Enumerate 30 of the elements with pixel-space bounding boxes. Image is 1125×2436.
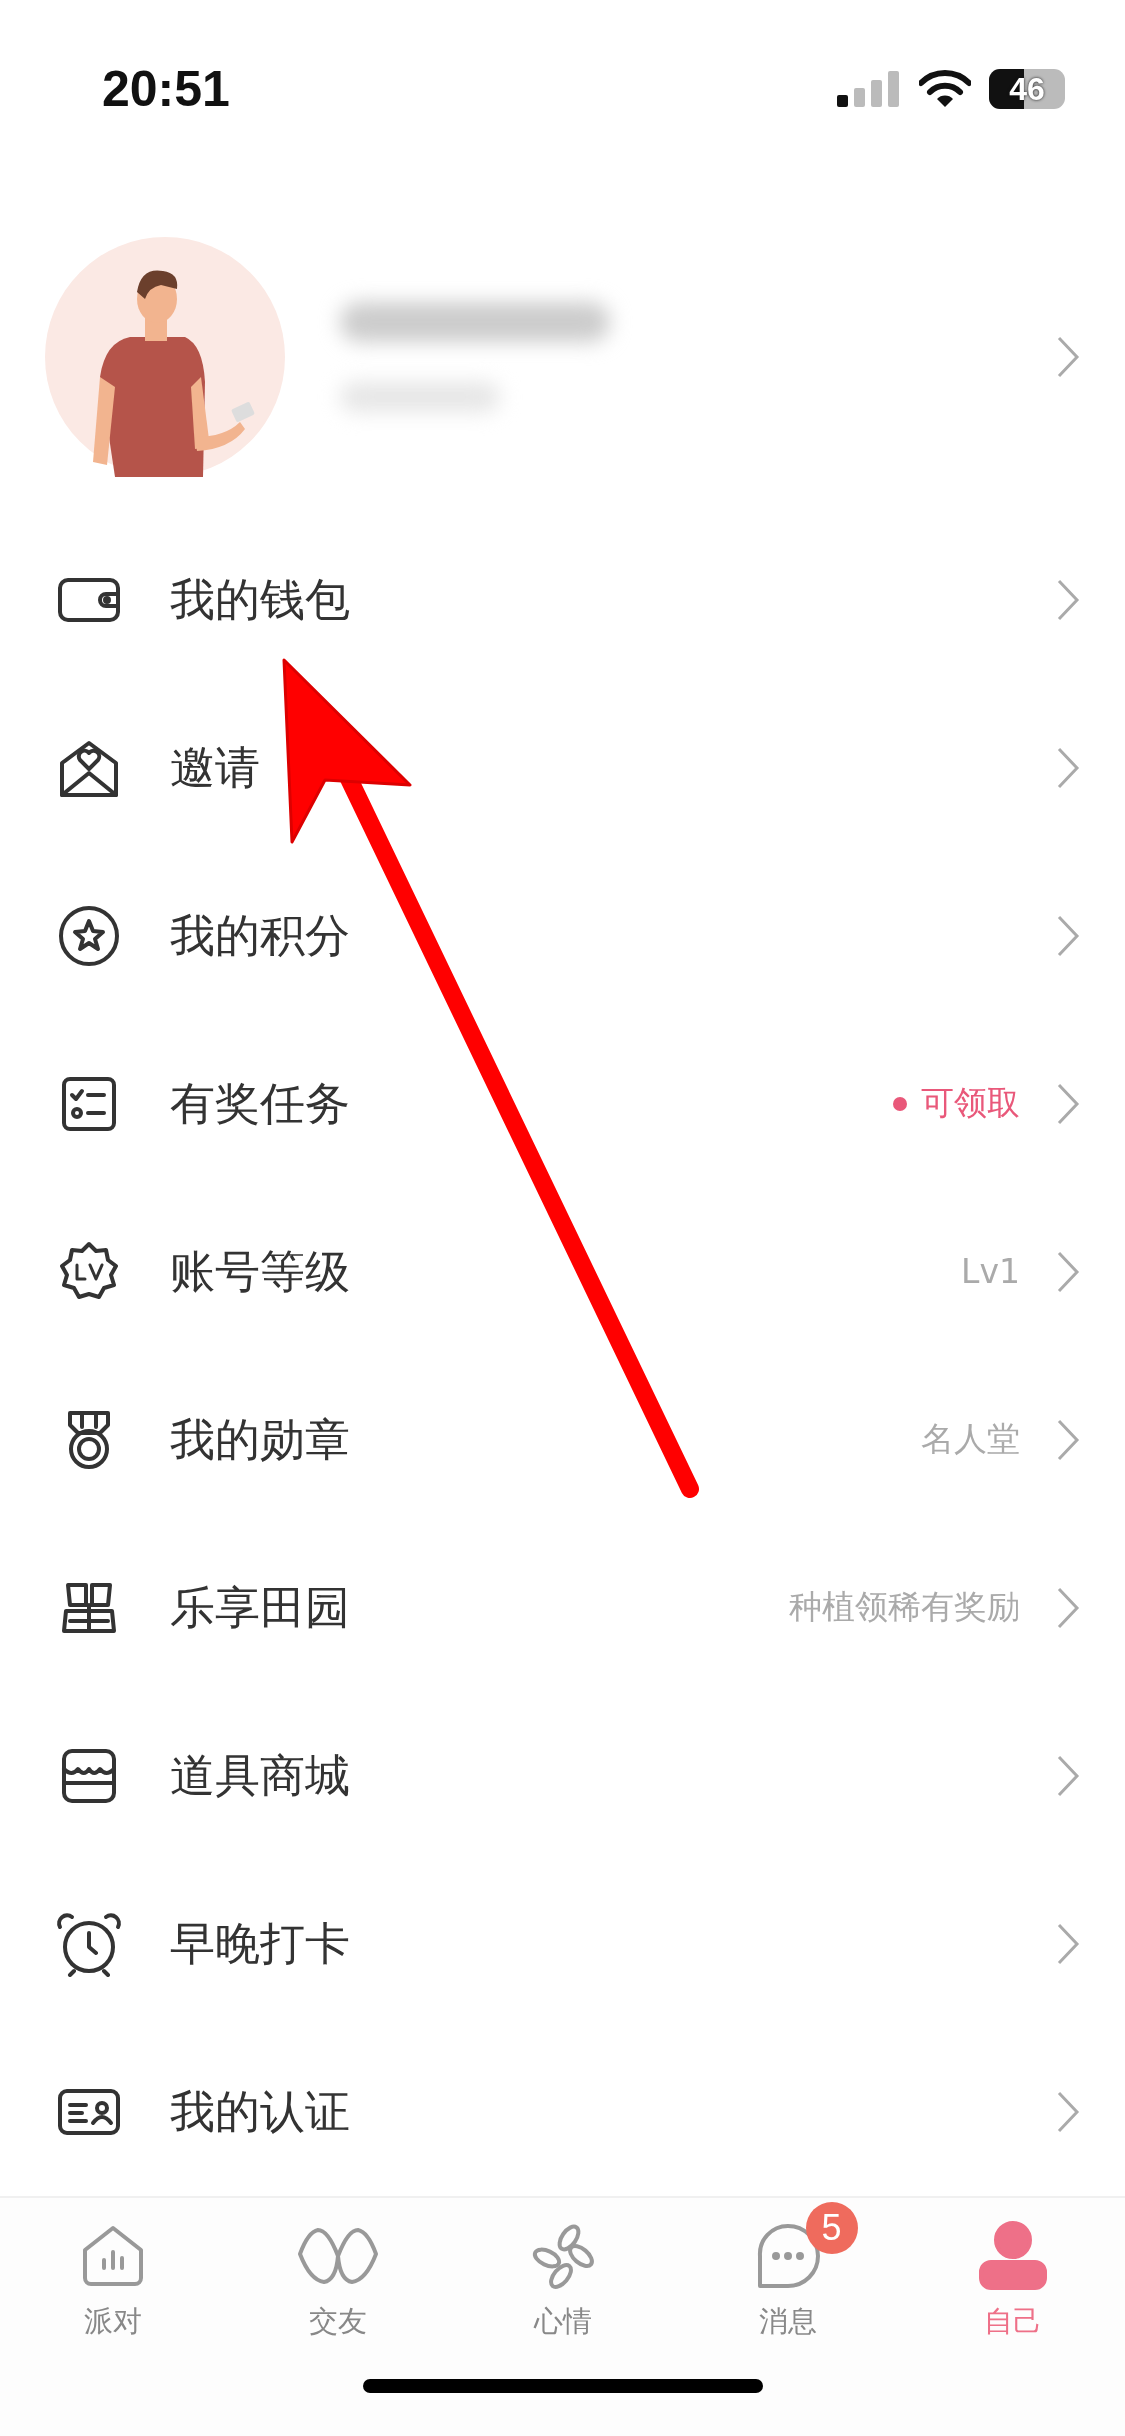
menu-item[interactable]: 早晚打卡: [170, 1913, 350, 1974]
chevron-right-icon: [1056, 1081, 1080, 1126]
menu-item[interactable]: 邀请: [170, 737, 260, 798]
chevron-right-icon: [1056, 1585, 1080, 1630]
menu-item[interactable]: 我的钱包: [170, 569, 350, 630]
clock-icon: [56, 1910, 122, 1977]
menu-item[interactable]: 有奖任务: [170, 1073, 350, 1134]
chevron-right-icon: [1056, 1921, 1080, 1966]
chevron-right-icon[interactable]: [1056, 335, 1080, 380]
menu-item[interactable]: 我的积分: [170, 905, 350, 966]
chevron-right-icon: [1056, 745, 1080, 790]
unread-badge: 5: [805, 2201, 858, 2254]
menu-item[interactable]: 道具商城: [170, 1745, 350, 1806]
menu-hint: Lv1: [961, 1252, 1020, 1292]
menu-item[interactable]: 我的认证: [170, 2081, 350, 2142]
chevron-right-icon: [1056, 1753, 1080, 1798]
chevron-right-icon: [1056, 913, 1080, 958]
chevron-right-icon: [1056, 2089, 1080, 2134]
menu-hint: 可领取: [921, 1082, 1020, 1125]
menu-hint: 种植领稀有奖励: [789, 1586, 1020, 1629]
chevron-right-icon: [1056, 1249, 1080, 1294]
menu-hint: 名人堂: [921, 1418, 1020, 1461]
wifi-icon: [919, 70, 971, 109]
chevron-right-icon: [1056, 577, 1080, 622]
status-time: 20:51: [102, 60, 230, 119]
menu-item[interactable]: 账号等级: [170, 1241, 350, 1302]
chevron-right-icon: [1056, 1417, 1080, 1462]
menu-item[interactable]: 我的勋章: [170, 1409, 350, 1470]
menu-item[interactable]: 乐享田园: [170, 1577, 350, 1638]
signal-icon: [837, 71, 901, 108]
